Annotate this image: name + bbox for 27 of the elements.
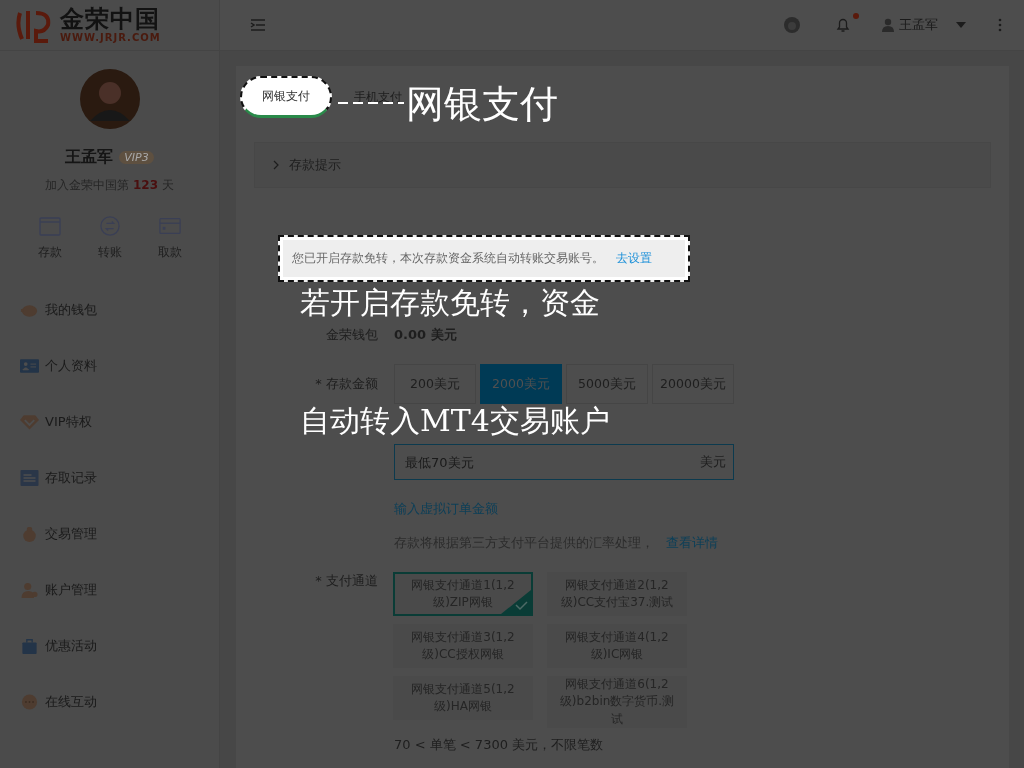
annotation-caption: 若开启存款免转，资金: [300, 288, 600, 318]
check-corner-icon: [501, 590, 531, 614]
payment-tab[interactable]: 网银支付: [240, 76, 332, 118]
document-icon[interactable]: [20, 470, 39, 486]
dashed-leader-line: [338, 101, 404, 105]
chat-bubble-icon[interactable]: [20, 694, 39, 710]
money-bag-icon[interactable]: [20, 526, 39, 542]
notice-text: 您已开启存款免转，本次存款资金系统自动转账交易账号。: [292, 250, 604, 267]
avatar-silhouette: [79, 69, 140, 129]
shopping-bag-icon[interactable]: [20, 638, 39, 654]
user-gear-icon[interactable]: [20, 582, 39, 598]
more-icon[interactable]: [998, 18, 1002, 32]
vip-badge: VIP3: [119, 151, 154, 164]
menu-icon[interactable]: [250, 17, 266, 33]
amount-option[interactable]: 2000美元: [480, 364, 562, 404]
logo-name: 金荣中国: [60, 7, 161, 31]
annotation-title: 网银支付: [406, 85, 558, 123]
diamond-icon[interactable]: [20, 414, 39, 430]
details-link[interactable]: 查看详情: [666, 534, 718, 552]
settings-link[interactable]: 去设置: [616, 250, 652, 267]
caret-icon[interactable]: [956, 22, 966, 28]
chevron-right-icon: [273, 160, 279, 170]
logo-url: WWW.JRJR.COM: [60, 33, 161, 43]
user-icon: [881, 18, 895, 32]
bell-icon[interactable]: [835, 17, 851, 33]
annotation-caption: 自动转入MT4交易账户: [300, 406, 610, 436]
id-card-icon[interactable]: [20, 358, 39, 374]
